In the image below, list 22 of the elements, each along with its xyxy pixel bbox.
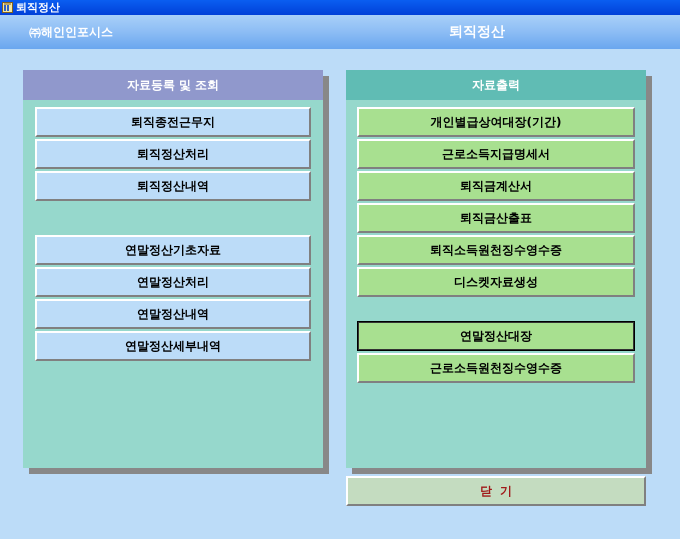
menu-button[interactable]: 디스켓자료생성 — [357, 267, 635, 297]
page-title: 퇴직정산 — [449, 23, 505, 41]
panel-title: 자료등록 및 조회 — [23, 70, 323, 100]
menu-button[interactable]: 퇴직정산내역 — [35, 171, 311, 201]
panel-title: 자료출력 — [346, 70, 646, 100]
menu-button[interactable]: 퇴직금계산서 — [357, 171, 635, 201]
menu-button[interactable]: 연말정산내역 — [35, 299, 311, 329]
menu-button[interactable]: 퇴직정산처리 — [35, 139, 311, 169]
menu-button[interactable]: 근로소득원천징수영수증 — [357, 353, 635, 383]
app-icon — [2, 2, 13, 13]
menu-button[interactable]: 개인별급상여대장(기간) — [357, 107, 635, 137]
menu-button[interactable]: 근로소득지급명세서 — [357, 139, 635, 169]
menu-button[interactable]: 연말정산세부내역 — [35, 331, 311, 361]
menu-button[interactable]: 퇴직소득원천징수영수증 — [357, 235, 635, 265]
window-title: 퇴직정산 — [16, 0, 60, 15]
close-button[interactable]: 닫 기 — [346, 476, 646, 506]
menu-button[interactable]: 연말정산처리 — [35, 267, 311, 297]
menu-button[interactable]: 퇴직종전근무지 — [35, 107, 311, 137]
menu-button[interactable]: 연말정산기초자료 — [35, 235, 311, 265]
menu-button[interactable]: 연말정산대장 — [357, 321, 635, 351]
company-name: ㈜해인인포시스 — [29, 24, 114, 40]
menu-button[interactable]: 퇴직금산출표 — [357, 203, 635, 233]
